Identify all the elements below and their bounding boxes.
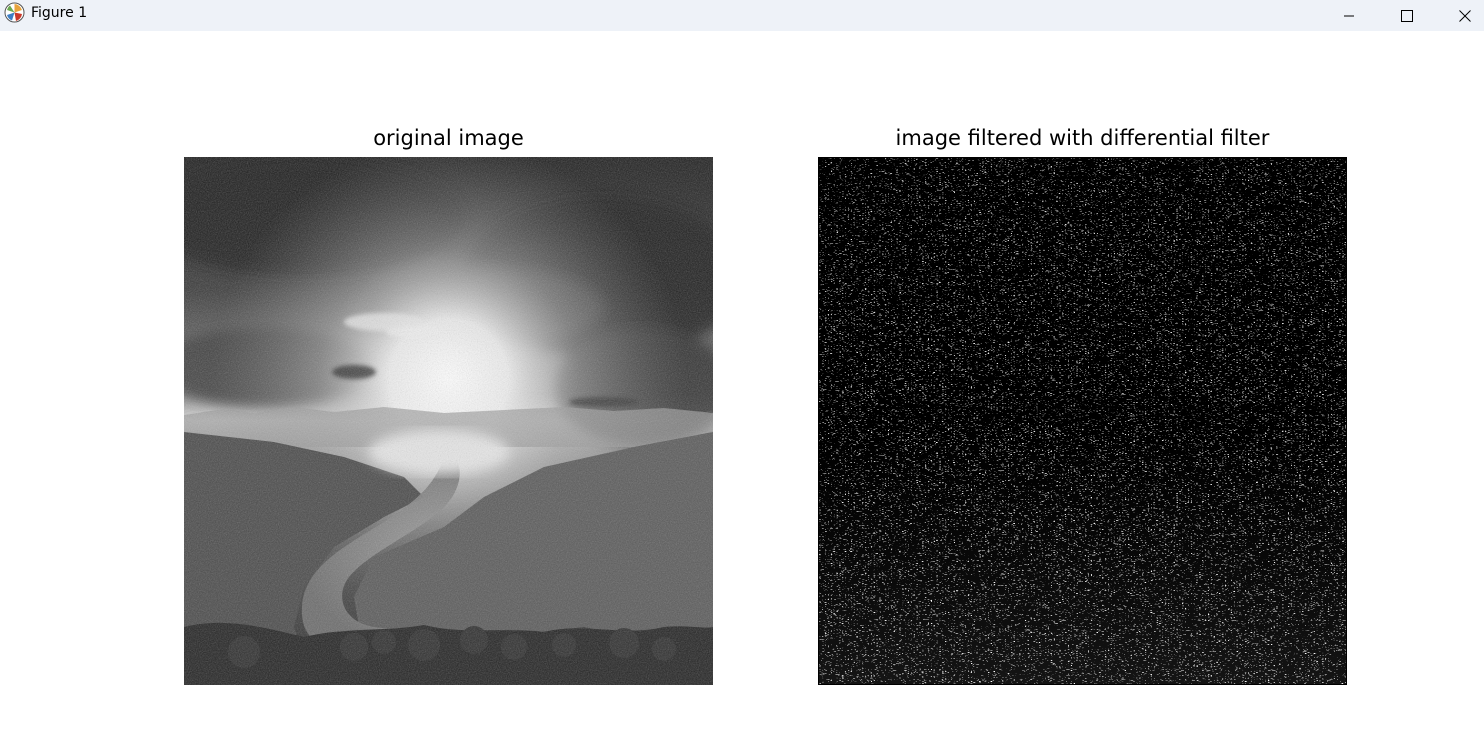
filtered-image-axes bbox=[818, 157, 1347, 685]
minimize-icon bbox=[1343, 10, 1355, 22]
figure-canvas: original image image filtered with diffe… bbox=[0, 31, 1484, 736]
close-icon bbox=[1459, 9, 1471, 22]
right-plot-title: image filtered with differential filter bbox=[895, 126, 1270, 150]
minimize-button[interactable] bbox=[1320, 0, 1378, 31]
close-button[interactable] bbox=[1436, 0, 1484, 31]
original-image bbox=[184, 157, 713, 685]
left-plot-title: original image bbox=[373, 126, 524, 150]
maximize-button[interactable] bbox=[1378, 0, 1436, 31]
title-bar[interactable]: Figure 1 bbox=[0, 0, 1484, 31]
window-title: Figure 1 bbox=[31, 5, 88, 21]
original-image-axes bbox=[184, 157, 713, 685]
matplotlib-icon bbox=[4, 2, 25, 23]
maximize-icon bbox=[1401, 9, 1413, 22]
filtered-image bbox=[819, 158, 1346, 684]
figure-window: Figure 1 original image image filtered w… bbox=[0, 0, 1484, 736]
